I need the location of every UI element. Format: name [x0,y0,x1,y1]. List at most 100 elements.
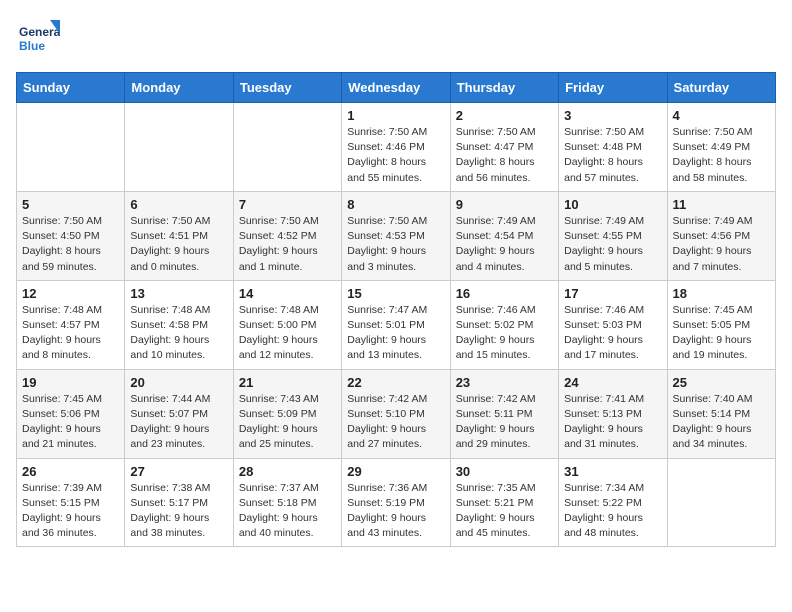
logo: General Blue [16,16,60,60]
day-cell: 18Sunrise: 7:45 AM Sunset: 5:05 PM Dayli… [667,280,775,369]
day-number: 7 [239,197,336,212]
day-cell: 27Sunrise: 7:38 AM Sunset: 5:17 PM Dayli… [125,458,233,547]
day-cell: 22 Sunrise: 7:42 AM Sunset: 5:10 PM Dayli… [342,369,450,458]
day-number: 14 [239,286,336,301]
day-number: 9 [456,197,553,212]
day-cell: 19 Sunrise: 7:45 AM Sunset: 5:06 PM Dayli… [17,369,125,458]
day-cell: 16Sunrise: 7:46 AM Sunset: 5:02 PM Dayli… [450,280,558,369]
day-number: 8 [347,197,444,212]
day-cell: 15 Sunrise: 7:47 AM Sunset: 5:01 PM Dayli… [342,280,450,369]
day-number: 4 [673,108,770,123]
day-number: 13 [130,286,227,301]
day-number: 28 [239,464,336,479]
day-cell: 24 Sunrise: 7:41 AM Sunset: 5:13 PM Dayli… [559,369,667,458]
day-cell: 2 Sunrise: 7:50 AM Sunset: 4:47 PM Daylig… [450,103,558,192]
day-info: Sunrise: 7:49 AM Sunset: 4:56 PM Dayligh… [673,214,770,275]
day-number: 25 [673,375,770,390]
day-number: 6 [130,197,227,212]
day-info: Sunrise: 7:46 AM Sunset: 5:03 PM Dayligh… [564,303,661,364]
day-cell: 9 Sunrise: 7:49 AM Sunset: 4:54 PM Daylig… [450,191,558,280]
day-cell: 5 Sunrise: 7:50 AM Sunset: 4:50 PM Daylig… [17,191,125,280]
day-number: 1 [347,108,444,123]
day-number: 29 [347,464,444,479]
day-info: Sunrise: 7:41 AM Sunset: 5:13 PM Dayligh… [564,392,661,453]
day-number: 11 [673,197,770,212]
day-cell: 30Sunrise: 7:35 AM Sunset: 5:21 PM Dayli… [450,458,558,547]
day-info: Sunrise: 7:34 AM Sunset: 5:22 PM Dayligh… [564,481,661,542]
day-info: Sunrise: 7:45 AM Sunset: 5:06 PM Dayligh… [22,392,119,453]
day-cell: 29 Sunrise: 7:36 AM Sunset: 5:19 PM Dayli… [342,458,450,547]
day-cell: 10 Sunrise: 7:49 AM Sunset: 4:55 PM Dayli… [559,191,667,280]
day-cell: 28 Sunrise: 7:37 AM Sunset: 5:18 PM Dayli… [233,458,341,547]
day-number: 20 [130,375,227,390]
day-info: Sunrise: 7:44 AM Sunset: 5:07 PM Dayligh… [130,392,227,453]
day-number: 19 [22,375,119,390]
weekday-header-monday: Monday [125,73,233,103]
day-number: 18 [673,286,770,301]
weekday-header-wednesday: Wednesday [342,73,450,103]
day-info: Sunrise: 7:49 AM Sunset: 4:54 PM Dayligh… [456,214,553,275]
week-row-1: 1 Sunrise: 7:50 AM Sunset: 4:46 PM Daylig… [17,103,776,192]
day-number: 23 [456,375,553,390]
day-number: 26 [22,464,119,479]
day-number: 17 [564,286,661,301]
day-info: Sunrise: 7:50 AM Sunset: 4:47 PM Dayligh… [456,125,553,186]
day-info: Sunrise: 7:50 AM Sunset: 4:46 PM Dayligh… [347,125,444,186]
day-cell: 25Sunrise: 7:40 AM Sunset: 5:14 PM Dayli… [667,369,775,458]
day-number: 15 [347,286,444,301]
day-number: 3 [564,108,661,123]
day-cell: 26 Sunrise: 7:39 AM Sunset: 5:15 PM Dayli… [17,458,125,547]
day-info: Sunrise: 7:49 AM Sunset: 4:55 PM Dayligh… [564,214,661,275]
day-info: Sunrise: 7:37 AM Sunset: 5:18 PM Dayligh… [239,481,336,542]
weekday-header-thursday: Thursday [450,73,558,103]
day-info: Sunrise: 7:48 AM Sunset: 5:00 PM Dayligh… [239,303,336,364]
day-cell [233,103,341,192]
week-row-4: 19 Sunrise: 7:45 AM Sunset: 5:06 PM Dayli… [17,369,776,458]
svg-text:Blue: Blue [19,39,45,53]
day-cell: 1 Sunrise: 7:50 AM Sunset: 4:46 PM Daylig… [342,103,450,192]
day-number: 30 [456,464,553,479]
svg-text:General: General [19,25,60,39]
day-info: Sunrise: 7:48 AM Sunset: 4:58 PM Dayligh… [130,303,227,364]
day-number: 2 [456,108,553,123]
day-cell: 8 Sunrise: 7:50 AM Sunset: 4:53 PM Daylig… [342,191,450,280]
week-row-5: 26 Sunrise: 7:39 AM Sunset: 5:15 PM Dayli… [17,458,776,547]
day-cell: 31 Sunrise: 7:34 AM Sunset: 5:22 PM Dayli… [559,458,667,547]
day-cell [17,103,125,192]
day-info: Sunrise: 7:50 AM Sunset: 4:48 PM Dayligh… [564,125,661,186]
day-info: Sunrise: 7:39 AM Sunset: 5:15 PM Dayligh… [22,481,119,542]
weekday-header-saturday: Saturday [667,73,775,103]
day-cell: 4Sunrise: 7:50 AM Sunset: 4:49 PM Daylig… [667,103,775,192]
day-number: 10 [564,197,661,212]
day-info: Sunrise: 7:47 AM Sunset: 5:01 PM Dayligh… [347,303,444,364]
day-info: Sunrise: 7:50 AM Sunset: 4:52 PM Dayligh… [239,214,336,275]
logo-svg: General Blue [16,16,60,60]
day-info: Sunrise: 7:43 AM Sunset: 5:09 PM Dayligh… [239,392,336,453]
day-cell [667,458,775,547]
day-cell: 17 Sunrise: 7:46 AM Sunset: 5:03 PM Dayli… [559,280,667,369]
day-info: Sunrise: 7:48 AM Sunset: 4:57 PM Dayligh… [22,303,119,364]
day-cell: 23 Sunrise: 7:42 AM Sunset: 5:11 PM Dayli… [450,369,558,458]
day-info: Sunrise: 7:36 AM Sunset: 5:19 PM Dayligh… [347,481,444,542]
day-info: Sunrise: 7:42 AM Sunset: 5:10 PM Dayligh… [347,392,444,453]
day-cell [125,103,233,192]
weekday-header-tuesday: Tuesday [233,73,341,103]
day-info: Sunrise: 7:50 AM Sunset: 4:50 PM Dayligh… [22,214,119,275]
weekday-header-friday: Friday [559,73,667,103]
weekday-header-row: SundayMondayTuesdayWednesdayThursdayFrid… [17,73,776,103]
day-number: 22 [347,375,444,390]
week-row-2: 5 Sunrise: 7:50 AM Sunset: 4:50 PM Daylig… [17,191,776,280]
day-cell: 6Sunrise: 7:50 AM Sunset: 4:51 PM Daylig… [125,191,233,280]
day-info: Sunrise: 7:42 AM Sunset: 5:11 PM Dayligh… [456,392,553,453]
day-number: 12 [22,286,119,301]
day-number: 21 [239,375,336,390]
day-cell: 13 Sunrise: 7:48 AM Sunset: 4:58 PM Dayli… [125,280,233,369]
day-number: 5 [22,197,119,212]
day-cell: 14 Sunrise: 7:48 AM Sunset: 5:00 PM Dayli… [233,280,341,369]
day-info: Sunrise: 7:50 AM Sunset: 4:53 PM Dayligh… [347,214,444,275]
calendar-table: SundayMondayTuesdayWednesdayThursdayFrid… [16,72,776,547]
day-cell: 12 Sunrise: 7:48 AM Sunset: 4:57 PM Dayli… [17,280,125,369]
day-number: 24 [564,375,661,390]
day-number: 31 [564,464,661,479]
day-cell: 20 Sunrise: 7:44 AM Sunset: 5:07 PM Dayli… [125,369,233,458]
